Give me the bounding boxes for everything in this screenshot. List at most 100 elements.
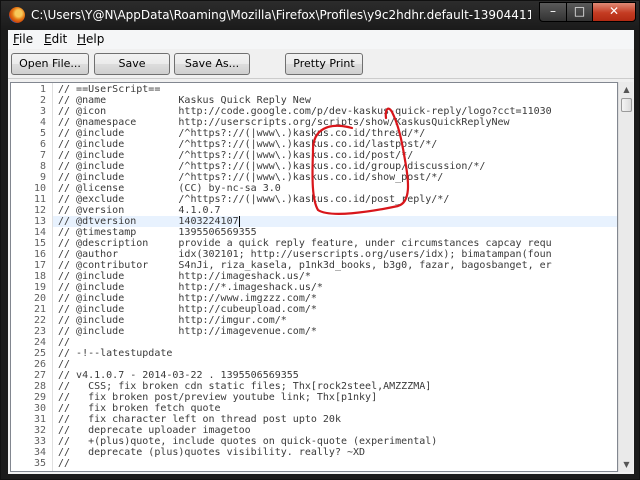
line-number: 5 xyxy=(39,128,46,139)
minimize-button[interactable]: – xyxy=(539,2,567,22)
line-number: 17 xyxy=(33,260,46,271)
code-line[interactable]: // @license (CC) by-nc-sa 3.0 xyxy=(58,183,281,194)
code-line[interactable]: // @include http://cubeupload.com/* xyxy=(58,304,317,315)
code-line[interactable]: // @dtversion 1403224107 xyxy=(58,216,239,227)
vertical-scrollbar[interactable]: ▲ ▼ xyxy=(618,82,633,472)
code-line[interactable]: // @exclude /^https?://(|www\.)kaskus.co… xyxy=(58,194,449,205)
scroll-thumb[interactable] xyxy=(621,98,632,112)
close-button[interactable]: ✕ xyxy=(592,2,636,22)
line-number: 13 xyxy=(33,216,46,227)
line-number: 19 xyxy=(33,282,46,293)
line-number: 28 xyxy=(33,381,46,392)
code-line[interactable]: // xyxy=(58,359,70,370)
code-line[interactable]: // @contributor S4nJi, riza_kasela, p1nk… xyxy=(58,260,552,271)
code-text-area[interactable]: // ==UserScript==// @name Kaskus Quick R… xyxy=(53,83,617,471)
line-number: 14 xyxy=(33,227,46,238)
line-number: 10 xyxy=(33,183,46,194)
code-line[interactable]: // @name Kaskus Quick Reply New xyxy=(58,95,311,106)
code-line[interactable]: // fix broken fetch quote xyxy=(58,403,221,414)
code-line[interactable]: // @icon http://code.google.com/p/dev-ka… xyxy=(58,106,552,117)
code-line[interactable]: // +(plus)quote, include quotes on quick… xyxy=(58,436,437,447)
menu-file[interactable]: File xyxy=(13,32,33,47)
line-number: 33 xyxy=(33,436,46,447)
code-line[interactable]: // @author idx(302101; http://userscript… xyxy=(58,249,552,260)
menu-help-accel: H xyxy=(77,32,87,46)
code-line[interactable]: // -!--latestupdate xyxy=(58,348,172,359)
code-line[interactable]: // xyxy=(58,337,70,348)
line-number: 7 xyxy=(39,150,46,161)
maximize-button[interactable]: □ xyxy=(566,2,593,22)
title-bar[interactable]: C:\Users\Y@N\AppData\Roaming\Mozilla\Fir… xyxy=(1,1,640,30)
menu-bar: File Edit Help xyxy=(8,30,634,49)
line-number: 26 xyxy=(33,359,46,370)
line-number: 2 xyxy=(39,95,46,106)
editor-window: C:\Users\Y@N\AppData\Roaming\Mozilla\Fir… xyxy=(0,0,640,480)
code-line[interactable]: // deprecate (plus)quotes visibility. re… xyxy=(58,447,365,458)
code-line[interactable]: // v4.1.0.7 - 2014-03-22 . 1395506569355 xyxy=(58,370,299,381)
line-number: 34 xyxy=(33,447,46,458)
code-line[interactable]: // @include http://*.imageshack.us/* xyxy=(58,282,323,293)
line-number: 9 xyxy=(39,172,46,183)
save-button[interactable]: Save xyxy=(94,53,170,75)
code-line[interactable]: // @include /^https?://(|www\.)kaskus.co… xyxy=(58,139,437,150)
line-number: 18 xyxy=(33,271,46,282)
code-line[interactable]: // @version 4.1.0.7 xyxy=(58,205,221,216)
code-line[interactable]: // @include /^https?://(|www\.)kaskus.co… xyxy=(58,172,443,183)
window-client: File Edit Help Open File... Save Save As… xyxy=(8,30,634,474)
line-number: 29 xyxy=(33,392,46,403)
line-number: 16 xyxy=(33,249,46,260)
code-line[interactable]: // @namespace http://userscripts.org/scr… xyxy=(58,117,510,128)
code-line[interactable]: // @include /^https?://(|www\.)kaskus.co… xyxy=(58,161,485,172)
code-line[interactable]: // @include /^https?://(|www\.)kaskus.co… xyxy=(58,128,425,139)
line-number: 35 xyxy=(33,458,46,469)
code-line[interactable]: // deprecate uploader imagetoo xyxy=(58,425,251,436)
line-number: 4 xyxy=(39,117,46,128)
line-number: 23 xyxy=(33,326,46,337)
line-number: 21 xyxy=(33,304,46,315)
code-line[interactable]: // ==UserScript== xyxy=(58,84,160,95)
code-line[interactable]: // @include http://imageshack.us/* xyxy=(58,271,311,282)
menu-edit-label: dit xyxy=(51,32,68,46)
line-number: 24 xyxy=(33,337,46,348)
line-number: 32 xyxy=(33,425,46,436)
text-caret xyxy=(238,216,240,227)
scroll-up-icon[interactable]: ▲ xyxy=(619,82,634,97)
scroll-down-icon[interactable]: ▼ xyxy=(619,457,634,472)
menu-help[interactable]: Help xyxy=(77,32,104,47)
code-line[interactable]: // @include /^https?://(|www\.)kaskus.co… xyxy=(58,150,413,161)
line-number: 6 xyxy=(39,139,46,150)
save-as-button[interactable]: Save As... xyxy=(174,53,250,75)
code-line[interactable]: // fix character left on thread post upt… xyxy=(58,414,341,425)
line-number: 12 xyxy=(33,205,46,216)
menu-help-label: elp xyxy=(86,32,105,46)
code-line[interactable]: // @timestamp 1395506569355 xyxy=(58,227,257,238)
code-line[interactable]: // xyxy=(58,458,70,469)
menu-edit[interactable]: Edit xyxy=(44,32,67,47)
pretty-print-button[interactable]: Pretty Print xyxy=(285,53,363,75)
line-number: 22 xyxy=(33,315,46,326)
line-number: 11 xyxy=(33,194,46,205)
toolbar: Open File... Save Save As... Pretty Prin… xyxy=(8,49,634,79)
line-number: 15 xyxy=(33,238,46,249)
code-line[interactable]: // @include http://imagevenue.com/* xyxy=(58,326,317,337)
line-number: 30 xyxy=(33,403,46,414)
code-line[interactable]: // @include http://imgur.com/* xyxy=(58,315,287,326)
line-number: 8 xyxy=(39,161,46,172)
window-title: C:\Users\Y@N\AppData\Roaming\Mozilla\Fir… xyxy=(31,8,531,22)
code-editor[interactable]: 1 2 3 4 5 6 7 8 9 10 11 12 13 14 15 16 17 18 19 20 21 22 23 24 2… xyxy=(10,82,618,472)
line-number-gutter: 1 2 3 4 5 6 7 8 9 10 11 12 13 14 15 16 17 18 19 20 21 22 23 24 2… xyxy=(11,83,53,471)
line-number: 1 xyxy=(39,84,46,95)
line-number: 20 xyxy=(33,293,46,304)
line-number: 3 xyxy=(39,106,46,117)
firefox-icon xyxy=(9,7,25,23)
line-number: 25 xyxy=(33,348,46,359)
open-file-button[interactable]: Open File... xyxy=(11,53,89,75)
code-line[interactable]: // @description provide a quick reply fe… xyxy=(58,238,552,249)
line-number: 27 xyxy=(33,370,46,381)
code-line[interactable]: // fix broken post/preview youtube link;… xyxy=(58,392,377,403)
code-line[interactable]: // @include http://www.imgzzz.com/* xyxy=(58,293,317,304)
line-number: 31 xyxy=(33,414,46,425)
code-line[interactable]: // CSS; fix broken cdn static files; Thx… xyxy=(58,381,431,392)
menu-edit-accel: E xyxy=(44,32,52,46)
menu-file-label: ile xyxy=(19,32,34,46)
